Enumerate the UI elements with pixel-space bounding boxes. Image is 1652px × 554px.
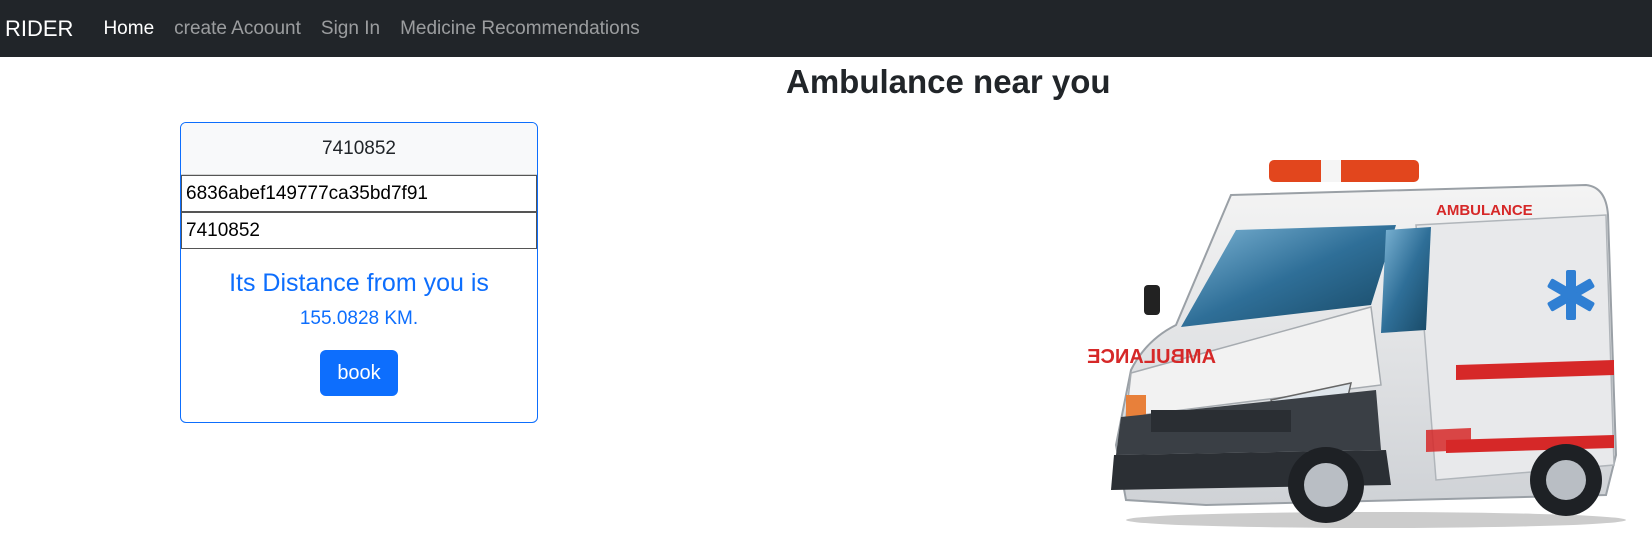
ambulance-image: AMBULANCE AMBULANCE <box>1087 160 1626 528</box>
nav-link-sign-in[interactable]: Sign In <box>321 18 380 40</box>
phone-field[interactable] <box>181 212 537 249</box>
book-button[interactable]: book <box>320 350 398 396</box>
svg-text:AMBULANCE: AMBULANCE <box>1436 202 1533 219</box>
ambulance-card: 7410852 Its Distance from you is 155.082… <box>180 122 538 423</box>
page-title: Ambulance near you <box>786 63 1111 100</box>
nav-link-home[interactable]: Home <box>103 18 154 40</box>
ambulance-id-field[interactable] <box>181 175 537 212</box>
distance-value: 155.0828 KM. <box>299 308 419 329</box>
card-body: Its Distance from you is 155.0828 KM. bo… <box>181 269 537 396</box>
svg-text:AMBULANCE: AMBULANCE <box>1087 346 1216 368</box>
distance-title: Its Distance from you is <box>229 269 489 297</box>
nav-link-medicine-recommendations[interactable]: Medicine Recommendations <box>400 18 640 40</box>
navbar: RIDER Home create Acoount Sign In Medici… <box>0 0 1652 57</box>
nav-link-create-account[interactable]: create Acoount <box>174 18 301 40</box>
card-header: 7410852 <box>181 123 537 175</box>
brand-link[interactable]: RIDER <box>5 16 73 42</box>
